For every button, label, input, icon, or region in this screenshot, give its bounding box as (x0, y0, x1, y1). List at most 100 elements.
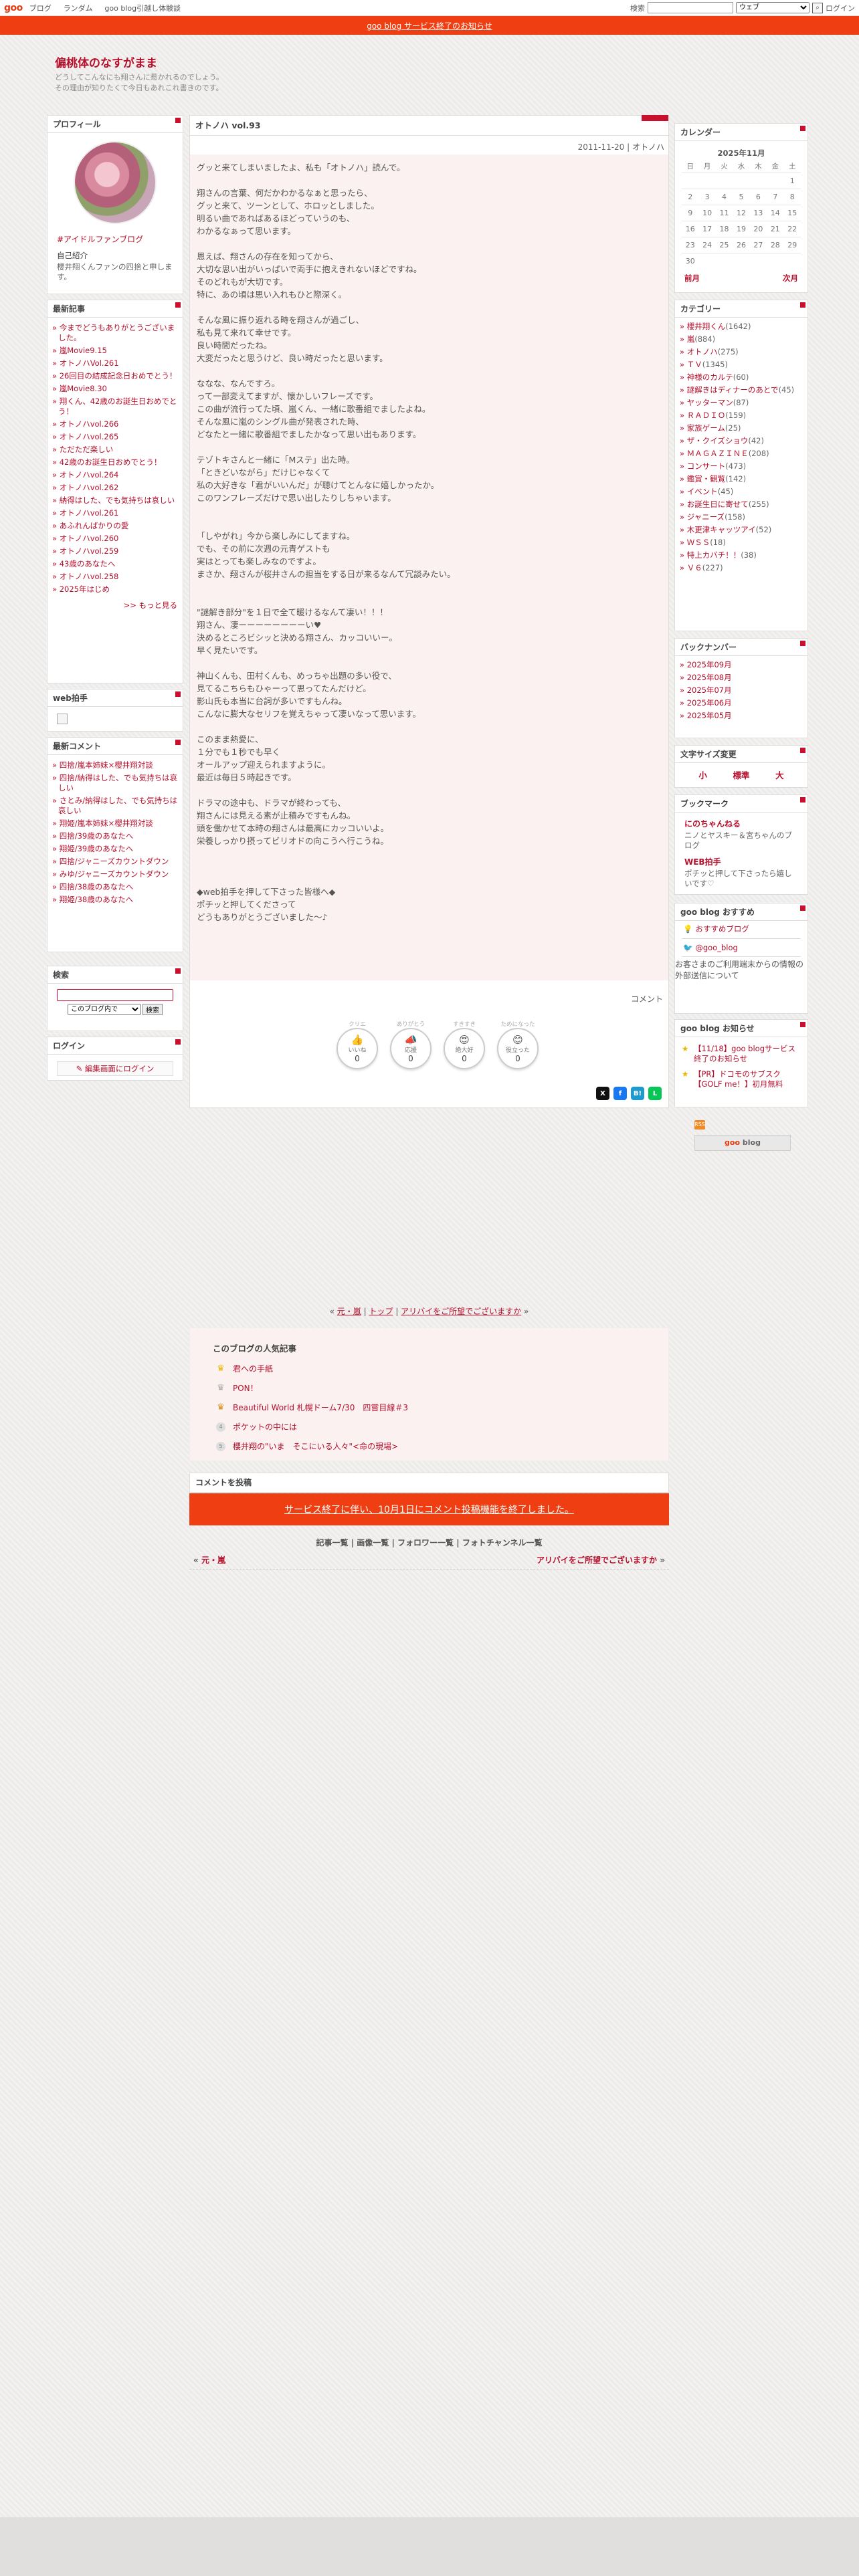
goo-blog-x-link[interactable]: 🐦 @goo_blog (675, 940, 807, 955)
recent-article-link[interactable]: オトノハvol.265 (47, 431, 183, 443)
follower-list-link[interactable]: フォロワー一覧 (397, 1538, 454, 1547)
recent-comment-link[interactable]: 翔姫/38歳のあなたへ (47, 893, 183, 906)
category-link[interactable]: ジャニーズ(158) (675, 511, 807, 524)
bottom-next-link[interactable]: アリバイをご所望でございますか (401, 1307, 521, 1316)
recent-article-link[interactable]: ただただ楽しい (47, 443, 183, 456)
recent-article-link[interactable]: 嵐Movie8.30 (47, 383, 183, 395)
blog-search-input[interactable] (57, 989, 173, 1001)
recent-comment-link[interactable]: 翔姫/39歳のあなたへ (47, 843, 183, 855)
search-icon[interactable]: ⌕ (812, 2, 823, 13)
article-category-link[interactable]: オトノハ (632, 142, 664, 152)
goo-logo[interactable]: goo (4, 3, 23, 13)
recent-comment-link[interactable]: 四捨/39歳のあなたへ (47, 830, 183, 843)
category-link[interactable]: 謎解きはディナーのあとで(45) (675, 384, 807, 397)
recent-article-link[interactable]: オトノハvol.258 (47, 570, 183, 583)
category-link[interactable]: 櫻井翔くん(1642) (675, 320, 807, 333)
category-link[interactable]: 特上カバチ！！(38) (675, 549, 807, 562)
more-articles-link[interactable]: >> もっと見る (47, 596, 183, 611)
rss-icon[interactable]: RSS (694, 1120, 705, 1130)
category-link[interactable]: 木更津キャッツアイ(52) (675, 524, 807, 536)
topbar-search-select[interactable]: ウェブ (736, 2, 809, 13)
reaction-button[interactable]: ためになった 😊 役立った 0 (494, 1020, 541, 1069)
popular-article-item[interactable]: ♛ Beautiful World 札幌ドーム7/30 四嘗目線＃3 (214, 1398, 408, 1417)
comment-closed-notice[interactable]: サービス終了に伴い、10月1日にコメント投稿機能を終了しました。 (189, 1493, 669, 1525)
backnumber-link[interactable]: 2025年08月 (675, 671, 807, 684)
category-link[interactable]: ヤッターマン(87) (675, 397, 807, 409)
backnumber-link[interactable]: 2025年09月 (675, 659, 807, 671)
popular-article-link[interactable]: ポケットの中には (233, 1421, 297, 1432)
topbar-link-blog[interactable]: ブログ (29, 4, 52, 13)
edit-login-button[interactable]: ✎ 編集画面にログイン (57, 1061, 173, 1076)
category-link[interactable]: 嵐(884) (675, 333, 807, 346)
popular-article-link[interactable]: 櫻井翔の"いま そこにいる人々"<命の現場> (233, 1440, 398, 1452)
recent-article-link[interactable]: 26回目の結成記念日おめでとう！ (47, 370, 183, 383)
webclap-image[interactable] (57, 714, 68, 724)
bottom-prev-link[interactable]: 元・嵐 (337, 1307, 361, 1316)
recent-article-link[interactable]: オトノハvol.261 (47, 507, 183, 520)
popular-article-link[interactable]: Beautiful World 札幌ドーム7/30 四嘗目線＃3 (233, 1402, 408, 1413)
recent-comment-link[interactable]: 四捨/ジャニーズカウントダウン (47, 855, 183, 868)
external-send-info-link[interactable]: お客さまのご利用端末からの情報の外部送信について (675, 958, 807, 981)
recent-article-link[interactable]: 翔くん、42歳のお誕生日おめでとう！ (47, 395, 183, 418)
popular-article-item[interactable]: ♛ PON！ (214, 1378, 408, 1398)
topbar-link-migration[interactable]: goo blog引越し体験談 (104, 4, 181, 13)
recent-article-link[interactable]: オトノハvol.266 (47, 418, 183, 431)
image-list-link[interactable]: 画像一覧 (357, 1538, 389, 1547)
topbar-link-random[interactable]: ランダム (64, 4, 93, 13)
recent-article-link[interactable]: 納得はした、でも気持ちは哀しい (47, 494, 183, 507)
category-link[interactable]: ＭＡＧＡＺＩＮＥ(208) (675, 447, 807, 460)
recent-article-link[interactable]: 嵐Movie9.15 (47, 344, 183, 357)
topbar-search-input[interactable] (648, 2, 733, 13)
category-link[interactable]: ＴＶ(1345) (675, 358, 807, 371)
popular-article-link[interactable]: 君への手紙 (233, 1363, 273, 1374)
category-link[interactable]: ＷＳＳ(18) (675, 536, 807, 549)
bookmark-1-link[interactable]: にのちゃんねる (684, 818, 807, 829)
blog-search-scope[interactable]: このブログ内で (68, 1004, 141, 1015)
font-size-medium[interactable]: 標準 (733, 768, 749, 781)
recent-article-link[interactable]: あふれんばかりの愛 (47, 520, 183, 532)
article-list-link[interactable]: 記事一覧 (316, 1538, 349, 1547)
recent-comment-link[interactable]: さとみ/納得はした、でも気持ちは哀しい (47, 794, 183, 817)
category-link[interactable]: 家族ゲーム(25) (675, 422, 807, 435)
avatar[interactable] (74, 141, 157, 224)
next-month-link[interactable]: 次月 (783, 273, 798, 284)
popular-article-link[interactable]: PON！ (233, 1382, 258, 1394)
recent-comment-link[interactable]: 四捨/38歳のあなたへ (47, 881, 183, 893)
category-link[interactable]: ＲＡＤＩＯ(159) (675, 409, 807, 422)
popular-article-item[interactable]: ♛ 君への手紙 (214, 1359, 408, 1378)
prev-month-link[interactable]: 前月 (684, 273, 700, 284)
category-link[interactable]: お誕生日に寄せて(255) (675, 498, 807, 511)
hatena-share-icon[interactable]: B! (631, 1087, 644, 1100)
popular-article-item[interactable]: 5 櫻井翔の"いま そこにいる人々"<命の現場> (214, 1436, 408, 1456)
recent-comment-link[interactable]: 翔姫/嵐本姉妹×櫻井翔対談 (47, 817, 183, 830)
reaction-button[interactable]: すきすき 😍 絶大好 0 (441, 1020, 488, 1069)
goo-news-link[interactable]: 【PR】ドコモのサブスク【GOLF me！】初月無料 (675, 1067, 807, 1092)
backnumber-link[interactable]: 2025年05月 (675, 710, 807, 722)
font-size-large[interactable]: 大 (775, 768, 784, 781)
category-link[interactable]: Ｖ６(227) (675, 562, 807, 574)
recent-article-link[interactable]: オトノハvol.260 (47, 532, 183, 545)
x-share-icon[interactable]: X (596, 1087, 609, 1100)
font-size-small[interactable]: 小 (698, 768, 707, 781)
recent-article-link[interactable]: オトノハvol.259 (47, 545, 183, 558)
reaction-button[interactable]: ありがとう 📣 応援 0 (387, 1020, 434, 1069)
recommend-blog-link[interactable]: 💡 おすすめブログ (675, 921, 807, 937)
recent-comment-link[interactable]: 四捨/嵐本姉妹×櫻井翔対談 (47, 759, 183, 772)
goo-blog-badge[interactable]: goo blog (694, 1135, 791, 1151)
category-link[interactable]: イベント(45) (675, 486, 807, 498)
recent-comment-link[interactable]: みゆ/ジャニーズカウントダウン (47, 868, 183, 881)
category-link[interactable]: コンサート(473) (675, 460, 807, 473)
photo-channel-list-link[interactable]: フォトチャンネル一覧 (462, 1538, 543, 1547)
recent-article-link[interactable]: 42歳のお誕生日おめでとう！ (47, 456, 183, 469)
bottom-top-link[interactable]: トップ (369, 1307, 393, 1316)
backnumber-link[interactable]: 2025年06月 (675, 697, 807, 710)
reaction-button[interactable]: クリエ 👍 いいね 0 (334, 1020, 381, 1069)
backnumber-link[interactable]: 2025年07月 (675, 684, 807, 697)
recent-article-link[interactable]: 43歳のあなたへ (47, 558, 183, 570)
next-article-link[interactable]: アリバイをご所望でございますか (537, 1555, 657, 1565)
facebook-share-icon[interactable]: f (613, 1087, 627, 1100)
recent-article-link[interactable]: オトノハVol.261 (47, 357, 183, 370)
category-link[interactable]: オトノハ(275) (675, 346, 807, 358)
service-end-notice-link[interactable]: goo blog サービス終了のお知らせ (367, 20, 492, 31)
category-link[interactable]: 鑑賞・観覧(142) (675, 473, 807, 486)
